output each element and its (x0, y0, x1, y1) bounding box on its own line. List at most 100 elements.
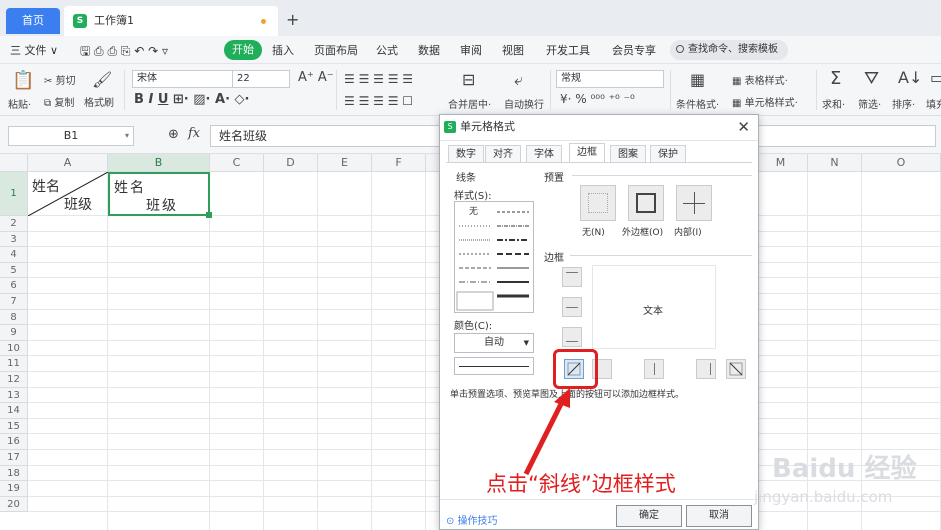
row-header-3[interactable]: 3 (0, 231, 28, 248)
tab-workbook[interactable]: S 工作簿1 (64, 6, 278, 36)
menu-view[interactable]: 视图 (502, 42, 524, 58)
row-header-12[interactable]: 12 (0, 372, 28, 388)
line-style-list[interactable]: 无 (454, 201, 534, 313)
menu-page-layout[interactable]: 页面布局 (314, 42, 358, 58)
font-size-select[interactable]: 22 (232, 70, 290, 88)
border-bottom-button[interactable] (562, 327, 582, 347)
row-header-1[interactable]: 1 (0, 172, 28, 216)
line-style-options[interactable]: 无 (455, 202, 533, 312)
format-painter-icon[interactable]: 🖌 (92, 70, 112, 89)
menu-data[interactable]: 数据 (418, 42, 440, 58)
menu-developer[interactable]: 开发工具 (546, 42, 590, 58)
cell-b1-selected[interactable]: 姓名 班级 (108, 172, 212, 218)
merge-button[interactable]: 合并居中· (448, 96, 491, 111)
merge-icon[interactable]: ⊟ (462, 70, 475, 89)
fx-icon[interactable]: fx (188, 126, 200, 141)
ok-button[interactable]: 确定 (616, 505, 682, 527)
fill-button[interactable]: 填充 (926, 96, 941, 111)
fill-handle[interactable] (206, 212, 212, 218)
row-header-7[interactable]: 7 (0, 294, 28, 310)
column-header-c[interactable]: C (210, 154, 264, 172)
select-all-corner[interactable] (0, 154, 28, 172)
preset-inside-button[interactable] (676, 185, 712, 221)
paste-button[interactable]: 粘贴· (8, 96, 31, 111)
filter-icon[interactable]: ⛛ (864, 68, 879, 89)
tab-number[interactable]: 数字 (448, 145, 484, 163)
align-top-icons[interactable]: ☰ ☰ ☰ ☰ ☰ (344, 72, 413, 86)
number-format-icons[interactable]: ¥· % ⁰⁰⁰ ⁺⁰ ⁻⁰ (560, 92, 635, 106)
fill-icon[interactable]: ▭ (930, 68, 941, 87)
row-header-10[interactable]: 10 (0, 340, 28, 357)
conditional-format-icon[interactable]: ▦ (690, 70, 705, 89)
row-header-17[interactable]: 17 (0, 450, 28, 466)
sort-icon[interactable]: A↓ (898, 68, 922, 87)
filter-button[interactable]: 筛选· (858, 96, 881, 111)
diagonal-down-border-button[interactable] (726, 359, 746, 379)
column-header-e[interactable]: E (318, 154, 372, 172)
border-middle-button[interactable] (562, 297, 582, 317)
row-header-18[interactable]: 18 (0, 465, 28, 482)
color-select[interactable]: 自动 ▼ (454, 333, 534, 353)
column-header-m[interactable]: M (754, 154, 808, 172)
column-header-o[interactable]: O (862, 154, 941, 172)
tab-protection[interactable]: 保护 (650, 145, 686, 163)
format-painter-button[interactable]: 格式刷 (84, 94, 114, 109)
row-header-8[interactable]: 8 (0, 309, 28, 326)
row-header-14[interactable]: 14 (0, 403, 28, 419)
conditional-format-button[interactable]: 条件格式· (676, 96, 719, 111)
cancel-button[interactable]: 取消 (686, 505, 752, 527)
table-style-button[interactable]: ▦ 表格样式· (732, 72, 788, 87)
row-header-20[interactable]: 20 (0, 496, 28, 513)
tab-pattern[interactable]: 图案 (610, 145, 646, 163)
paste-icon[interactable]: 📋 (12, 70, 34, 91)
row-header-19[interactable]: 19 (0, 481, 28, 497)
row-header-9[interactable]: 9 (0, 325, 28, 341)
menu-home[interactable]: 开始 (224, 40, 262, 60)
command-search[interactable]: 查找命令、搜索模板 (670, 40, 788, 60)
border-center-button[interactable] (644, 359, 664, 379)
zoom-icon[interactable]: ⊕ (168, 127, 179, 142)
border-top-button[interactable] (562, 267, 582, 287)
preset-none-button[interactable] (580, 185, 616, 221)
cut-button[interactable]: ✂ 剪切 (44, 72, 76, 87)
tab-alignment[interactable]: 对齐 (485, 145, 521, 163)
row-header-15[interactable]: 15 (0, 418, 28, 435)
column-header-b[interactable]: B (108, 154, 210, 172)
column-header-d[interactable]: D (264, 154, 318, 172)
row-header-11[interactable]: 11 (0, 356, 28, 372)
border-right-button[interactable] (696, 359, 716, 379)
column-header-a[interactable]: A (28, 154, 108, 172)
align-horizontal-icons[interactable]: ☰ ☰ ☰ ☰ ☐ (344, 94, 413, 108)
wrap-button[interactable]: 自动换行 (504, 96, 544, 111)
cell-style-button[interactable]: ▦ 单元格样式· (732, 94, 798, 109)
row-header-16[interactable]: 16 (0, 434, 28, 450)
quick-access-icons[interactable]: 🖫 ⎙ ⎙ ⎘ ↶ ↷ ▿ (80, 42, 168, 63)
menu-review[interactable]: 审阅 (460, 42, 482, 58)
cell-a1[interactable]: 姓名 班级 (28, 172, 108, 216)
new-tab-plus-icon[interactable]: + (286, 10, 299, 29)
tab-border[interactable]: 边框 (569, 143, 605, 163)
tab-home[interactable]: 首页 (6, 8, 60, 34)
menu-formula[interactable]: 公式 (376, 42, 398, 58)
tab-font[interactable]: 字体 (526, 145, 562, 163)
tips-link[interactable]: ⊙ 操作技巧 (446, 512, 498, 527)
menu-member[interactable]: 会员专享 (612, 42, 656, 58)
font-grow-shrink-icon[interactable]: A⁺ A⁻ (298, 70, 334, 85)
border-preview-area[interactable]: 文本 (592, 265, 716, 349)
row-header-5[interactable]: 5 (0, 262, 28, 279)
preset-outline-button[interactable] (628, 185, 664, 221)
sort-button[interactable]: 排序· (892, 96, 915, 111)
column-header-n[interactable]: N (808, 154, 862, 172)
name-box[interactable]: B1 ▾ (8, 126, 134, 146)
wrap-icon[interactable]: ⤶ (514, 70, 523, 90)
row-header-6[interactable]: 6 (0, 278, 28, 294)
row-header-2[interactable]: 2 (0, 216, 28, 232)
sum-icon[interactable]: Σ (830, 68, 841, 89)
font-style-icons[interactable]: B I U ⊞· ▨· A· ◇· (134, 92, 249, 107)
row-header-4[interactable]: 4 (0, 247, 28, 263)
copy-button[interactable]: ⧉ 复制 (44, 94, 74, 109)
number-format-select[interactable]: 常规 (556, 70, 664, 88)
row-header-13[interactable]: 13 (0, 387, 28, 404)
sum-button[interactable]: 求和· (822, 96, 845, 111)
column-header-f[interactable]: F (372, 154, 426, 172)
